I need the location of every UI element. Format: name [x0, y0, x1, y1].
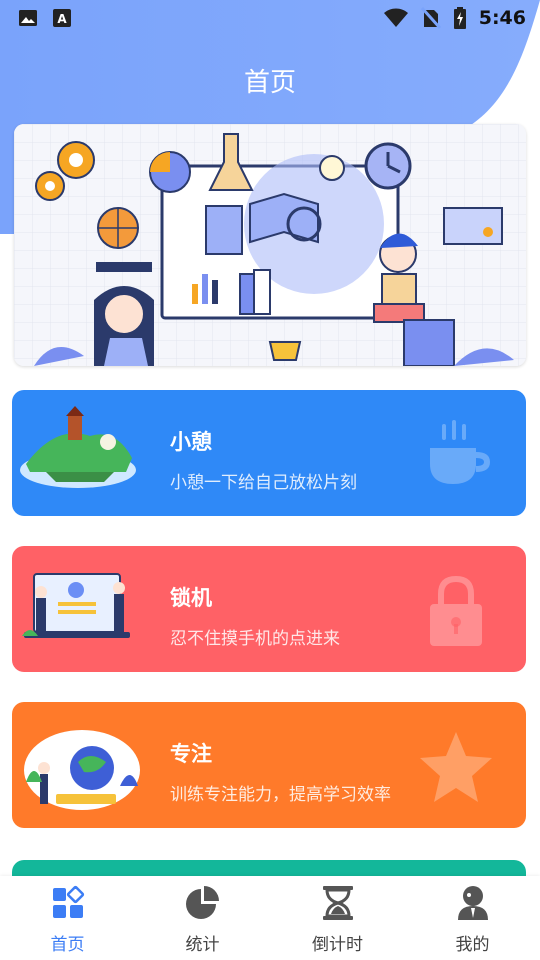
card-lock-title: 锁机: [170, 586, 212, 610]
padlock-icon: [430, 576, 482, 646]
globe-illustration: [24, 730, 140, 810]
grid-icon: [52, 885, 84, 918]
tab-home[interactable]: 首页: [0, 876, 135, 960]
card-focus-subtitle: 训练专注能力，提高学习效率: [170, 785, 391, 805]
card-lock[interactable]: 锁机 忍不住摸手机的点进来: [12, 546, 526, 672]
pie-chart-icon: [185, 886, 219, 919]
tab-profile[interactable]: 我的: [405, 876, 540, 960]
laptop-illustration: [22, 573, 130, 638]
svg-text:A: A: [57, 12, 67, 26]
no-sim-icon: [420, 7, 441, 29]
wifi-icon: [383, 8, 408, 27]
status-bar: A 5:46: [0, 0, 540, 36]
card-rest-title: 小憩: [170, 430, 212, 454]
star-icon: [420, 732, 492, 802]
card-rest[interactable]: 小憩 小憩一下给自己放松片刻: [12, 390, 526, 516]
coffee-cup-icon: [430, 420, 490, 484]
island-illustration: [20, 406, 136, 488]
banner-study-illustration[interactable]: [14, 124, 526, 366]
tab-stats[interactable]: 统计: [135, 876, 270, 960]
card-focus[interactable]: 专注 训练专注能力，提高学习效率: [12, 702, 526, 828]
tab-home-label: 首页: [50, 935, 85, 955]
page-title: 首页: [243, 68, 296, 98]
card-rest-subtitle: 小憩一下给自己放松片刻: [170, 473, 357, 493]
status-time: 5:46: [478, 7, 526, 29]
bottom-tab-bar: 首页 统计 倒计时 我的: [0, 876, 540, 960]
study-illustration: [14, 124, 526, 366]
hourglass-icon: [322, 886, 353, 920]
battery-charging-icon: [453, 7, 466, 29]
text-icon: A: [53, 9, 71, 27]
tab-countdown-label: 倒计时: [312, 935, 363, 955]
person-icon: [457, 886, 488, 920]
card-lock-subtitle: 忍不住摸手机的点进来: [170, 629, 340, 649]
image-icon: [19, 10, 37, 26]
tab-countdown[interactable]: 倒计时: [270, 876, 405, 960]
tab-stats-label: 统计: [185, 935, 220, 955]
tab-profile-label: 我的: [455, 935, 490, 955]
card-focus-title: 专注: [170, 742, 212, 766]
